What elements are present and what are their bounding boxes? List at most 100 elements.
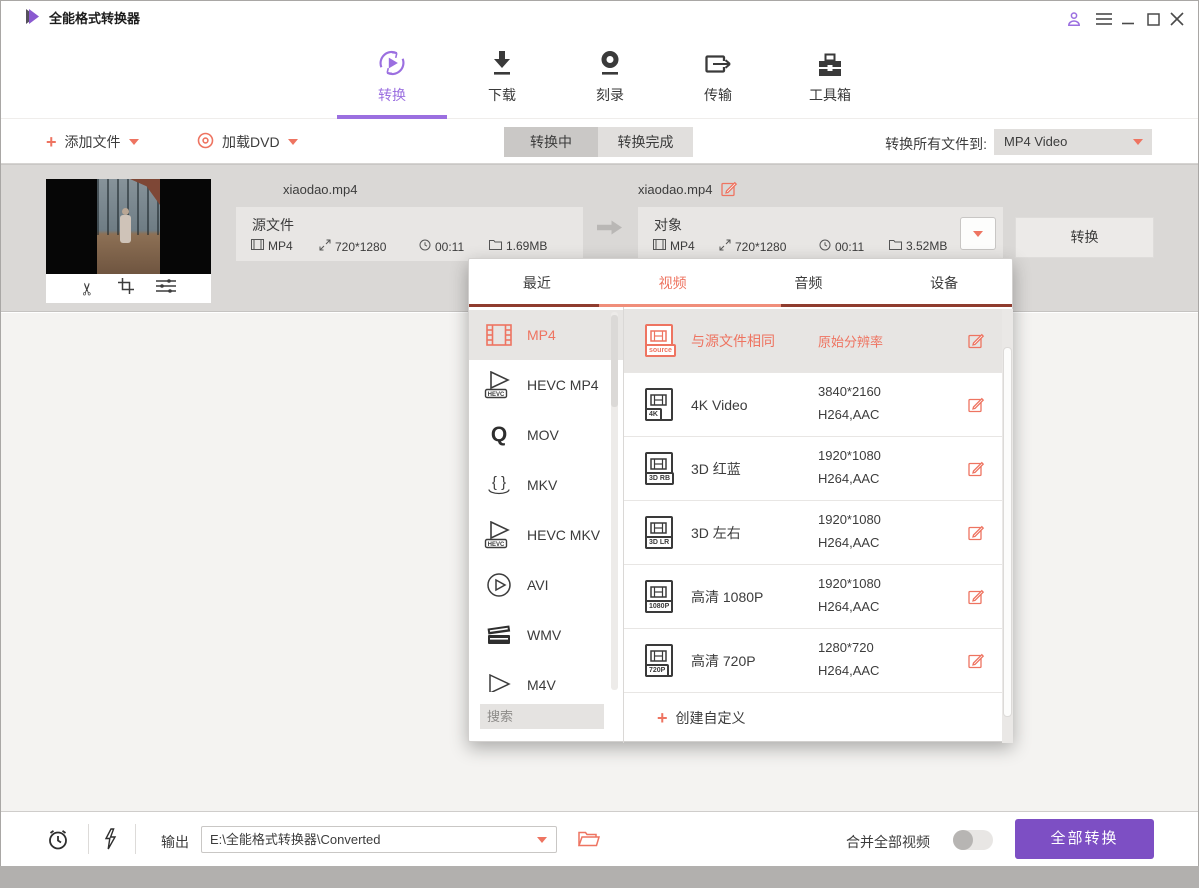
output-format-value: MP4 Video (1004, 134, 1067, 149)
preset-badge: 3D LR (645, 536, 673, 549)
desktop-background: 全能格式转换器 转换 (0, 0, 1199, 888)
output-format-select[interactable]: MP4 Video (994, 129, 1152, 155)
schedule-icon[interactable] (46, 827, 70, 857)
arrow-right-icon (597, 219, 623, 241)
preset-list-scrollbar[interactable] (1002, 309, 1013, 743)
tab-finished[interactable]: 转换完成 (598, 127, 693, 157)
preset-item-1080p[interactable]: 1080P 高清 1080P 1920*1080 H264,AAC (624, 565, 1002, 629)
thumbnail-image (46, 179, 211, 274)
preset-item-3d-rb[interactable]: 3D RB 3D 红蓝 1920*1080 H264,AAC (624, 437, 1002, 501)
source-preset-icon: source (645, 324, 673, 357)
panel-tab-device[interactable]: 设备 (876, 259, 1012, 304)
load-dvd-button[interactable]: 加载DVD (197, 120, 298, 164)
edit-preset-icon[interactable] (968, 460, 986, 478)
download-icon (462, 41, 542, 79)
tab-transfer[interactable]: 传输 (678, 41, 758, 111)
dvd-icon (197, 132, 214, 152)
open-folder-icon[interactable] (578, 830, 600, 853)
output-path-select[interactable]: E:\全能格式转换器\Converted (201, 826, 557, 853)
preset-badge: 4K (645, 408, 662, 421)
edit-preset-icon[interactable] (968, 332, 986, 350)
account-icon[interactable] (1065, 10, 1083, 28)
preset-item-source[interactable]: source 与源文件相同 原始分辨率 (624, 309, 1002, 373)
create-custom-label: 创建自定义 (676, 708, 746, 728)
transfer-icon (678, 41, 758, 79)
close-icon[interactable] (1168, 10, 1186, 28)
minimize-icon[interactable] (1119, 10, 1137, 28)
tab-burn[interactable]: 刻录 (570, 41, 650, 111)
preset-item-3d-lr[interactable]: 3D LR 3D 左右 1920*1080 H264,AAC (624, 501, 1002, 565)
format-item-wmv[interactable]: WMV (469, 610, 623, 660)
duration-icon (819, 239, 831, 254)
source-format: MP4 (268, 239, 293, 253)
search-input[interactable] (480, 704, 604, 729)
format-scrollbar-thumb[interactable] (611, 315, 618, 407)
menu-icon[interactable] (1095, 10, 1113, 28)
effects-icon[interactable] (156, 278, 176, 299)
rename-icon[interactable] (721, 180, 738, 202)
preset-file-icon: 3D RB (645, 452, 673, 485)
panel-active-tab-indicator (599, 304, 781, 307)
svg-text:{ }: { } (492, 474, 506, 491)
maximize-icon[interactable] (1144, 10, 1162, 28)
tab-converting[interactable]: 转换中 (504, 127, 598, 157)
mp4-icon (481, 324, 517, 346)
tab-download[interactable]: 下载 (462, 41, 542, 111)
format-list: MP4 HEVC HEVC MP4 Q MOV { } MKV HEVC (469, 310, 623, 692)
edit-preset-icon[interactable] (968, 524, 986, 542)
edit-preset-icon[interactable] (968, 652, 986, 670)
preset-item-4k[interactable]: 4K 4K Video 3840*2160 H264,AAC (624, 373, 1002, 437)
format-item-avi[interactable]: AVI (469, 560, 623, 610)
target-card-title: 对象 (654, 215, 682, 235)
merge-videos-toggle[interactable] (953, 830, 993, 850)
edit-preset-icon[interactable] (968, 396, 986, 414)
film-icon (251, 239, 264, 253)
convert-all-button[interactable]: 全部转换 (1015, 819, 1154, 859)
edit-preset-icon[interactable] (968, 588, 986, 606)
mkv-icon: { } (481, 472, 517, 498)
plus-icon: + (657, 709, 668, 727)
preset-file-icon: 3D LR (645, 516, 673, 549)
preset-item-720p[interactable]: 720P 高清 720P 1280*720 H264,AAC (624, 629, 1002, 693)
add-files-dropdown-icon[interactable] (129, 139, 139, 145)
format-item-m4v[interactable]: M4V (469, 660, 623, 692)
crop-icon[interactable] (118, 278, 134, 299)
resolution-icon (319, 239, 331, 254)
merge-videos-label: 合并全部视频 (846, 832, 930, 852)
load-dvd-dropdown-icon[interactable] (288, 139, 298, 145)
avi-icon (481, 572, 517, 598)
format-item-hevc-mp4[interactable]: HEVC HEVC MP4 (469, 360, 623, 410)
preset-file-icon: 4K (645, 388, 673, 421)
panel-tab-audio[interactable]: 音频 (741, 259, 877, 304)
create-custom-button[interactable]: + 创建自定义 (657, 708, 746, 728)
add-files-button[interactable]: + 添加文件 (46, 120, 139, 164)
hevc-mkv-icon: HEVC (481, 521, 517, 549)
format-list-scrollbar[interactable] (611, 312, 618, 690)
target-format-dropdown-button[interactable] (960, 217, 996, 250)
tab-toolbox[interactable]: 工具箱 (790, 41, 870, 111)
tab-convert[interactable]: 转换 (352, 41, 432, 111)
preset-scrollbar-thumb[interactable] (1003, 347, 1012, 717)
panel-tab-video[interactable]: 视频 (605, 259, 741, 304)
format-item-mkv[interactable]: { } MKV (469, 460, 623, 510)
format-item-mov[interactable]: Q MOV (469, 410, 623, 460)
load-dvd-label: 加载DVD (222, 132, 280, 152)
source-file-name: xiaodao.mp4 (283, 182, 357, 197)
filesize-icon (889, 239, 902, 253)
format-item-hevc-mkv[interactable]: HEVC HEVC MKV (469, 510, 623, 560)
preset-badge: 1080P (645, 600, 673, 613)
wmv-icon (481, 623, 517, 647)
output-path-value: E:\全能格式转换器\Converted (210, 832, 381, 847)
toggle-knob (953, 830, 973, 850)
source-duration: 00:11 (435, 240, 464, 254)
high-speed-icon[interactable] (102, 827, 118, 857)
trim-icon[interactable]: ✂ (79, 281, 99, 295)
preset-badge: 720P (645, 664, 669, 677)
format-item-mp4[interactable]: MP4 (469, 310, 623, 360)
mov-icon: Q (481, 423, 517, 447)
target-file-name: xiaodao.mp4 (638, 182, 712, 197)
resolution-icon (719, 239, 731, 254)
tab-toolbox-label: 工具箱 (790, 85, 870, 105)
panel-tab-recent[interactable]: 最近 (469, 259, 605, 304)
convert-button[interactable]: 转换 (1015, 217, 1154, 258)
